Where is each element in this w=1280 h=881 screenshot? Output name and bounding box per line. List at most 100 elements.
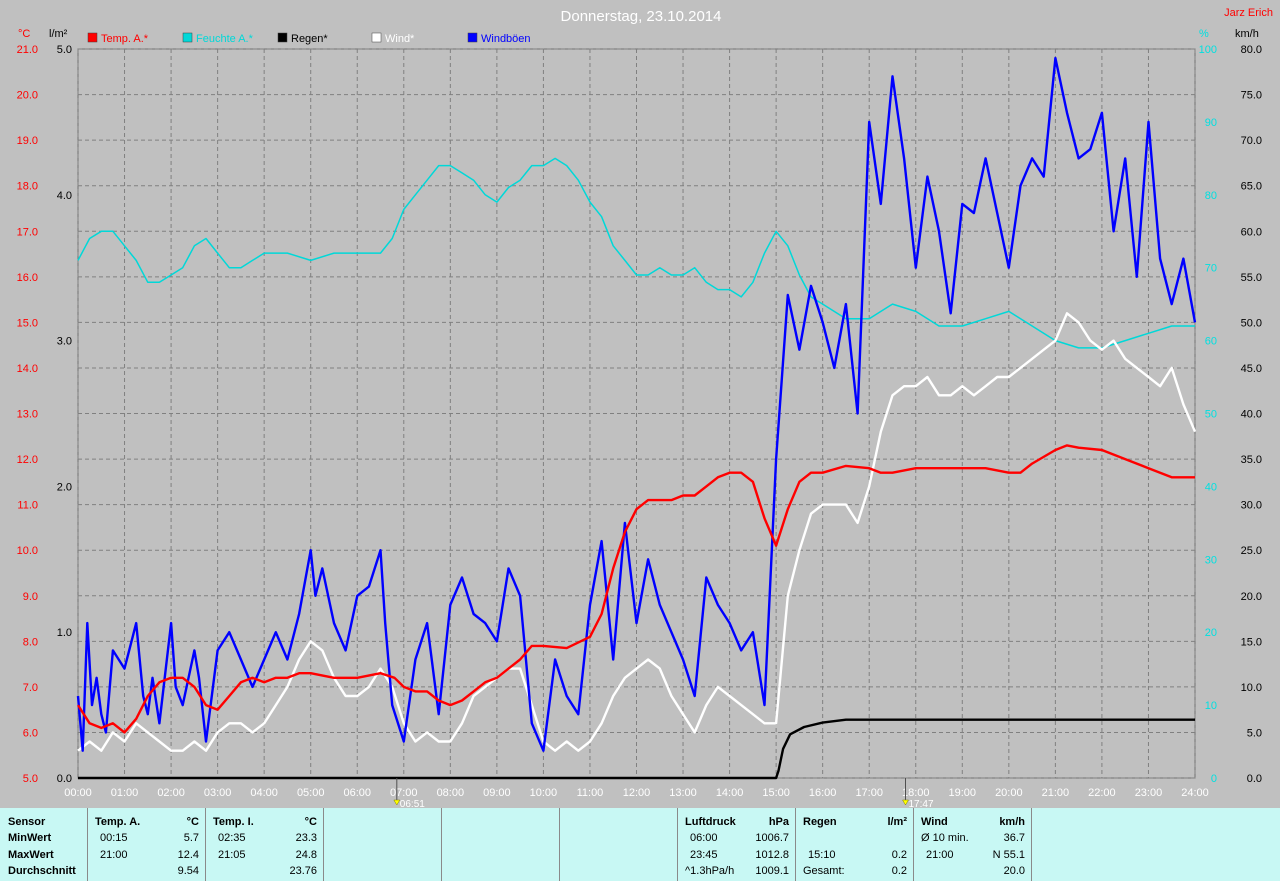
wind-tick-label: 65.0 — [1241, 181, 1262, 193]
x-tick-label: 11:00 — [577, 787, 604, 799]
col-regen: Regen l/m² 15:10 0.2 Gesamt: 0.2 — [796, 808, 914, 881]
rain-unit-label: l/m² — [49, 28, 68, 40]
humidity-unit-label: % — [1199, 28, 1209, 40]
luftdruck-header: Luftdruck — [685, 816, 736, 828]
x-tick-label: 19:00 — [949, 787, 977, 799]
rain-tick-label: 1.0 — [57, 627, 72, 639]
rain-tick-label: 2.0 — [57, 481, 72, 493]
wind-avg-value: 20.0 — [1003, 865, 1025, 877]
regen-header: Regen — [803, 816, 837, 828]
col-wind: Wind km/h Ø 10 min. 36.7 21:00 N 55.1 20… — [914, 808, 1032, 881]
temp-i-unit: °C — [304, 816, 317, 828]
weather-chart: Donnerstag, 23.10.2014 Jarz Erich °C l/m… — [17, 7, 1273, 808]
humidity-tick-label: 30 — [1205, 554, 1217, 566]
col-temp-i: Temp. I. °C 02:35 23.3 21:05 24.8 23.76 — [206, 808, 324, 881]
temp-a-avg-value: 9.54 — [177, 865, 199, 877]
luftdruck-max-time: 23:45 — [690, 849, 718, 861]
humidity-tick-label: 100 — [1199, 44, 1217, 56]
wind-tick-label: 60.0 — [1241, 226, 1262, 238]
x-tick-label: 24:00 — [1181, 787, 1209, 799]
wind-avg10-label: Ø 10 min. — [921, 832, 969, 844]
x-tick-label: 12:00 — [623, 787, 651, 799]
x-tick-label: 04:00 — [250, 787, 278, 799]
luftdruck-min-time: 06:00 — [690, 832, 718, 844]
wind-tick-label: 10.0 — [1241, 682, 1262, 694]
x-tick-label: 00:00 — [64, 787, 92, 799]
rain-tick-label: 4.0 — [57, 190, 72, 202]
humidity-tick-label: 90 — [1205, 117, 1217, 129]
temp-tick-label: 6.0 — [23, 727, 38, 739]
wind-tick-label: 55.0 — [1241, 272, 1262, 284]
temp-a-header: Temp. A. — [95, 816, 141, 828]
temp-tick-label: 12.0 — [17, 454, 38, 466]
x-tick-label: 22:00 — [1088, 787, 1116, 799]
wind-tick-label: 75.0 — [1241, 90, 1262, 102]
temp-i-min-time: 02:35 — [218, 832, 246, 844]
row-label-avg: Durchschnitt — [8, 865, 76, 877]
col-empty-1 — [324, 808, 442, 881]
temp-i-min-value: 23.3 — [295, 832, 317, 844]
humidity-tick-label: 0 — [1211, 773, 1217, 785]
temp-tick-label: 20.0 — [17, 90, 38, 102]
legend-label: Feuchte A.* — [196, 33, 254, 45]
humidity-tick-label: 60 — [1205, 336, 1217, 348]
x-tick-label: 18:00 — [902, 787, 930, 799]
temp-a-max-value: 12.4 — [177, 849, 199, 861]
wind-tick-label: 80.0 — [1241, 44, 1262, 56]
temp-i-header: Temp. I. — [213, 816, 254, 828]
x-tick-label: 10:00 — [530, 787, 558, 799]
chart-title: Donnerstag, 23.10.2014 — [561, 8, 722, 25]
rain-tick-label: 0.0 — [57, 773, 72, 785]
temp-tick-label: 10.0 — [17, 545, 38, 557]
temp-tick-label: 15.0 — [17, 317, 38, 329]
x-tick-label: 01:00 — [111, 787, 139, 799]
humidity-tick-label: 20 — [1205, 627, 1217, 639]
col-sensor: Sensor MinWert MaxWert Durchschnitt — [0, 808, 88, 881]
col-luftdruck: Luftdruck hPa 06:00 1006.7 23:45 1012.8 … — [678, 808, 796, 881]
temp-tick-label: 16.0 — [17, 272, 38, 284]
temp-tick-label: 11.0 — [17, 500, 38, 512]
wind-tick-label: 30.0 — [1241, 500, 1262, 512]
x-tick-label: 02:00 — [157, 787, 185, 799]
wind-tick-label: 40.0 — [1241, 409, 1262, 421]
x-tick-label: 05:00 — [297, 787, 325, 799]
x-tick-label: 06:00 — [343, 787, 371, 799]
sun-markers: 06:51 17:47 — [393, 778, 934, 808]
temp-a-min-time: 00:15 — [100, 832, 128, 844]
wind-max-time: 21:00 — [926, 849, 954, 861]
stats-table: Sensor MinWert MaxWert Durchschnitt Temp… — [0, 808, 1280, 881]
luftdruck-min-value: 1006.7 — [755, 832, 789, 844]
rain-tick-label: 3.0 — [57, 336, 72, 348]
temp-i-avg-value: 23.76 — [289, 865, 317, 877]
temp-i-max-time: 21:05 — [218, 849, 246, 861]
author-label: Jarz Erich — [1224, 7, 1273, 19]
rain-tick-label: 5.0 — [57, 44, 72, 56]
wind-tick-label: 50.0 — [1241, 317, 1262, 329]
wind-tick-label: 20.0 — [1241, 591, 1262, 603]
luftdruck-unit: hPa — [768, 816, 789, 828]
x-tick-label: 20:00 — [995, 787, 1023, 799]
x-tick-label: 09:00 — [483, 787, 511, 799]
humidity-tick-label: 50 — [1205, 409, 1217, 421]
x-tick-label: 17:00 — [855, 787, 883, 799]
legend-label: Wind* — [385, 33, 415, 45]
regen-max-time: 15:10 — [808, 849, 836, 861]
temp-tick-label: 21.0 — [17, 44, 38, 56]
temp-tick-label: 9.0 — [23, 591, 38, 603]
x-tick-label: 16:00 — [809, 787, 837, 799]
temp-tick-label: 5.0 — [23, 773, 38, 785]
col-empty-3 — [560, 808, 678, 881]
temp-tick-label: 19.0 — [17, 135, 38, 147]
regen-total-label: Gesamt: — [803, 865, 845, 877]
luftdruck-max-value: 1012.8 — [755, 849, 789, 861]
legend-swatch — [371, 32, 382, 43]
col-empty-2 — [442, 808, 560, 881]
legend-swatch — [182, 32, 193, 43]
legend-swatch — [87, 32, 98, 43]
temp-i-max-value: 24.8 — [295, 849, 317, 861]
wind-max-value: N 55.1 — [992, 849, 1025, 861]
wind-tick-label: 45.0 — [1241, 363, 1262, 375]
luftdruck-trend: ^1.3hPa/h — [685, 865, 735, 877]
wind-unit: km/h — [999, 816, 1025, 828]
legend-swatch — [467, 32, 478, 43]
